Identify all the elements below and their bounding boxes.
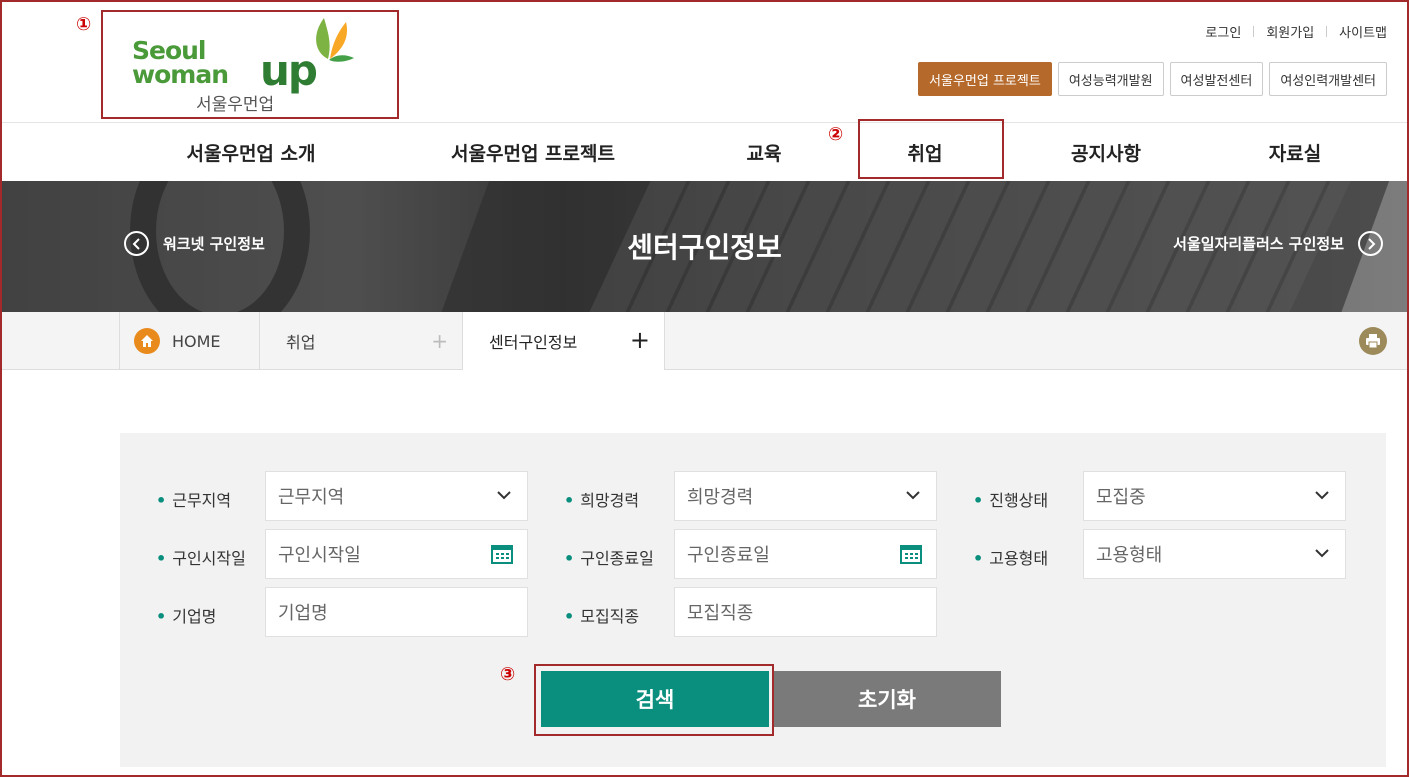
start-date-value: 구인시작일 [278,545,361,566]
company-label: • 기업명 [156,607,217,626]
breadcrumb-home[interactable]: HOME [119,312,259,370]
chevron-down-icon [497,491,511,500]
nav-item-notice[interactable]: 공지사항 [1071,139,1141,166]
plus-icon: + [629,326,650,354]
print-icon[interactable] [1359,327,1387,355]
breadcrumb-home-label: HOME [172,331,221,351]
breadcrumb-level1[interactable]: 취업 + [259,312,462,370]
desired-career-select[interactable]: 희망경력 [674,471,937,521]
job-type-label: • 모집직종 [564,607,640,626]
main-nav: 서울우먼업 소개 서울우먼업 프로젝트 교육 취업 공지사항 자료실 [0,123,1409,181]
job-type-input[interactable]: 모집직종 [674,587,937,637]
breadcrumb-level2-label: 센터구인정보 [489,333,578,352]
nav-item-education[interactable]: 교육 [747,139,782,166]
breadcrumb-level2[interactable]: 센터구인정보 + [462,312,665,370]
annotation-number-2: ② [828,124,844,145]
end-date-input[interactable]: 구인종료일 [674,529,937,579]
divider [1253,26,1255,37]
desired-career-value: 희망경력 [687,487,754,508]
reset-button[interactable]: 초기화 [773,671,1001,727]
end-date-label: • 구인종료일 [564,549,654,568]
divider [1326,26,1328,37]
annotation-box-3 [534,664,774,736]
company-value: 기업명 [278,603,328,624]
employment-type-value: 고용형태 [1096,545,1163,566]
nav-item-archive[interactable]: 자료실 [1269,139,1321,166]
sitemap-link[interactable]: 사이트맵 [1339,22,1387,41]
annotation-number-1: ① [76,14,92,35]
chevron-down-icon [1315,491,1329,500]
progress-status-label: • 진행상태 [973,491,1049,510]
family-site-buttons: 서울우먼업 프로젝트 여성능력개발원 여성발전센터 여성인력개발센터 [918,62,1387,96]
login-link[interactable]: 로그인 [1205,22,1241,41]
utility-links: 로그인 회원가입 사이트맵 [1205,22,1387,41]
work-region-label: • 근무지역 [156,491,232,510]
annotation-box-2 [858,119,1004,179]
next-page-link[interactable]: 서울일자리플러스 구인정보 [1173,231,1383,256]
nav-item-intro[interactable]: 서울우먼업 소개 [187,139,316,166]
employment-type-label: • 고용형태 [973,549,1049,568]
women-resources-center-button[interactable]: 여성인력개발센터 [1269,62,1387,96]
breadcrumb-level1-label: 취업 [286,333,316,352]
chevron-down-icon [1315,549,1329,558]
chevron-down-icon [906,491,920,500]
women-development-center-button[interactable]: 여성발전센터 [1169,62,1264,96]
desired-career-label: • 희망경력 [564,491,640,510]
annotation-box-1 [101,10,399,119]
start-date-label: • 구인시작일 [156,549,246,568]
breadcrumb: HOME 취업 + 센터구인정보 + [0,312,1409,370]
work-region-value: 근무지역 [278,487,345,508]
home-icon [134,328,160,354]
signup-link[interactable]: 회원가입 [1266,22,1314,41]
end-date-value: 구인종료일 [687,545,770,566]
annotation-number-3: ③ [500,664,516,685]
calendar-icon[interactable] [900,544,922,564]
job-type-value: 모집직종 [687,603,754,624]
nav-item-project[interactable]: 서울우먼업 프로젝트 [451,139,615,166]
next-page-label: 서울일자리플러스 구인정보 [1173,235,1344,253]
chevron-right-icon [1358,231,1383,256]
progress-status-select[interactable]: 모집중 [1083,471,1346,521]
company-input[interactable]: 기업명 [265,587,528,637]
calendar-icon[interactable] [491,544,513,564]
employment-type-select[interactable]: 고용형태 [1083,529,1346,579]
progress-status-value: 모집중 [1096,487,1146,508]
plus-icon: + [431,329,448,353]
work-region-select[interactable]: 근무지역 [265,471,528,521]
seoul-womanup-project-button[interactable]: 서울우먼업 프로젝트 [918,62,1052,96]
women-ability-dev-button[interactable]: 여성능력개발원 [1057,62,1164,96]
page-banner: 워크넷 구인정보 센터구인정보 서울일자리플러스 구인정보 [0,181,1409,312]
start-date-input[interactable]: 구인시작일 [265,529,528,579]
